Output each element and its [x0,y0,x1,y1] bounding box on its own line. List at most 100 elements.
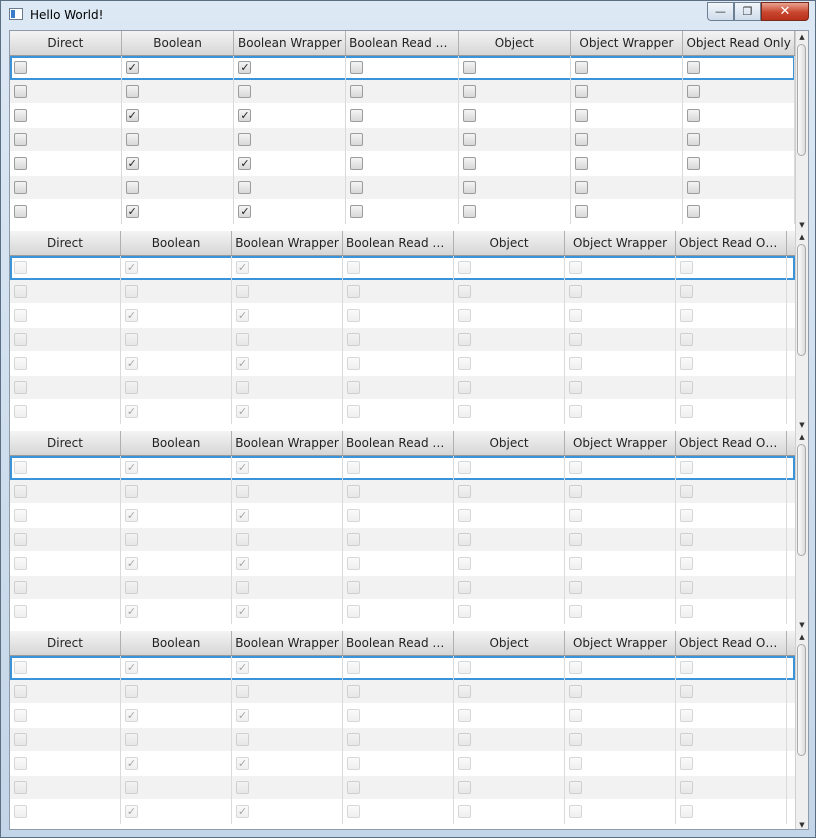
column-header[interactable]: Boolean Read O... [343,631,454,655]
checkbox-unchecked[interactable] [125,85,139,98]
checkbox-unchecked[interactable] [462,181,476,194]
column-header[interactable]: Boolean Wrapper [232,231,343,255]
table-row[interactable] [10,576,795,600]
scroll-down-icon[interactable]: ▼ [796,819,808,829]
table-row[interactable]: ✓ ✓ [10,456,795,480]
checkbox-unchecked[interactable] [574,133,588,146]
checkbox-unchecked[interactable] [687,109,701,122]
table-view[interactable]: Direct Boolean Boolean Wrapper Boolean Read… [10,31,808,231]
checkbox-unchecked[interactable] [462,109,476,122]
vertical-scrollbar[interactable]: ▲ ▼ [795,431,808,631]
checkbox-unchecked[interactable] [687,85,701,98]
checkbox-checked[interactable]: ✓ [125,61,139,74]
checkbox-unchecked[interactable] [350,133,364,146]
column-header[interactable]: Direct [10,631,121,655]
checkbox-unchecked[interactable] [462,133,476,146]
table-row[interactable] [10,680,795,704]
checkbox-unchecked[interactable] [574,181,588,194]
checkbox-unchecked[interactable] [14,133,27,146]
table-row[interactable] [10,480,795,504]
table-row[interactable] [10,128,796,152]
table-row[interactable] [10,528,795,552]
table-row[interactable]: ✓ ✓ [10,800,795,824]
checkbox-unchecked[interactable] [125,181,139,194]
column-header[interactable]: Boolean Read Only [346,31,459,55]
checkbox-unchecked[interactable] [687,157,701,170]
table-row[interactable] [10,376,795,400]
checkbox-checked[interactable]: ✓ [238,109,252,122]
column-header[interactable]: Object Wrapper [571,31,684,55]
vertical-scrollbar[interactable]: ▲ ▼ [795,31,808,231]
checkbox-unchecked[interactable] [350,181,364,194]
table-row[interactable] [10,176,796,200]
scrollbar-thumb[interactable] [797,44,806,156]
column-header[interactable]: Boolean Read O... [343,431,454,455]
table-row[interactable]: ✓ ✓ [10,752,795,776]
checkbox-unchecked[interactable] [574,85,588,98]
table-row[interactable]: ✓ ✓ [10,104,796,128]
checkbox-unchecked[interactable] [687,205,701,218]
checkbox-unchecked[interactable] [14,181,27,194]
vertical-scrollbar[interactable]: ▲ ▼ [795,631,808,829]
column-header[interactable]: Object Wrapper [565,431,676,455]
checkbox-unchecked[interactable] [574,205,588,218]
table-row[interactable]: ✓ ✓ [10,56,796,80]
checkbox-unchecked[interactable] [238,181,252,194]
column-header[interactable]: Boolean Wrapper [232,431,343,455]
table-row[interactable]: ✓ ✓ [10,304,795,328]
scroll-up-icon[interactable]: ▲ [796,431,808,443]
checkbox-checked[interactable]: ✓ [238,157,252,170]
table-row[interactable] [10,776,795,800]
title-bar[interactable]: Hello World! — ❐ ✕ [1,1,815,29]
column-header[interactable]: Object Read Only [676,431,787,455]
scroll-up-icon[interactable]: ▲ [796,231,808,243]
checkbox-unchecked[interactable] [14,109,27,122]
table-view[interactable]: Direct Boolean Boolean Wrapper Boolean Read… [10,631,808,829]
scrollbar-thumb[interactable] [797,644,806,756]
close-button[interactable]: ✕ [761,2,809,21]
checkbox-unchecked[interactable] [350,157,364,170]
table-row[interactable]: ✓ ✓ [10,352,795,376]
checkbox-unchecked[interactable] [238,85,252,98]
checkbox-unchecked[interactable] [462,205,476,218]
column-header[interactable]: Direct [10,31,122,55]
checkbox-unchecked[interactable] [574,61,588,74]
column-header[interactable]: Boolean Read O... [343,231,454,255]
scroll-up-icon[interactable]: ▲ [796,31,808,43]
checkbox-checked[interactable]: ✓ [238,205,252,218]
column-header[interactable]: Object [454,231,565,255]
checkbox-unchecked[interactable] [574,109,588,122]
scroll-down-icon[interactable]: ▼ [796,219,808,231]
column-header[interactable]: Object Read Only [676,231,787,255]
table-row[interactable]: ✓ ✓ [10,704,795,728]
checkbox-unchecked[interactable] [14,85,27,98]
column-header[interactable]: Boolean Wrapper [234,31,347,55]
table-row[interactable]: ✓ ✓ [10,256,795,280]
column-header[interactable]: Object Wrapper [565,631,676,655]
scroll-down-icon[interactable]: ▼ [796,419,808,431]
checkbox-checked[interactable]: ✓ [238,61,252,74]
table-row[interactable] [10,280,795,304]
scroll-down-icon[interactable]: ▼ [796,619,808,631]
table-row[interactable]: ✓ ✓ [10,600,795,624]
column-header[interactable]: Object Wrapper [565,231,676,255]
table-row[interactable]: ✓ ✓ [10,152,796,176]
column-header[interactable]: Direct [10,231,121,255]
checkbox-unchecked[interactable] [687,181,701,194]
column-header[interactable]: Boolean [121,431,232,455]
column-header[interactable]: Object Read Only [683,31,796,55]
checkbox-unchecked[interactable] [350,205,364,218]
maximize-button[interactable]: ❐ [734,2,761,21]
table-row[interactable]: ✓ ✓ [10,552,795,576]
checkbox-unchecked[interactable] [14,205,27,218]
checkbox-unchecked[interactable] [14,61,27,74]
column-header[interactable]: Object [454,431,565,455]
checkbox-unchecked[interactable] [125,133,139,146]
checkbox-unchecked[interactable] [350,109,364,122]
checkbox-unchecked[interactable] [574,157,588,170]
table-view[interactable]: Direct Boolean Boolean Wrapper Boolean Read… [10,231,808,431]
column-header[interactable]: Boolean Wrapper [232,631,343,655]
checkbox-unchecked[interactable] [238,133,252,146]
column-header[interactable]: Boolean [122,31,235,55]
table-row[interactable]: ✓ ✓ [10,400,795,424]
